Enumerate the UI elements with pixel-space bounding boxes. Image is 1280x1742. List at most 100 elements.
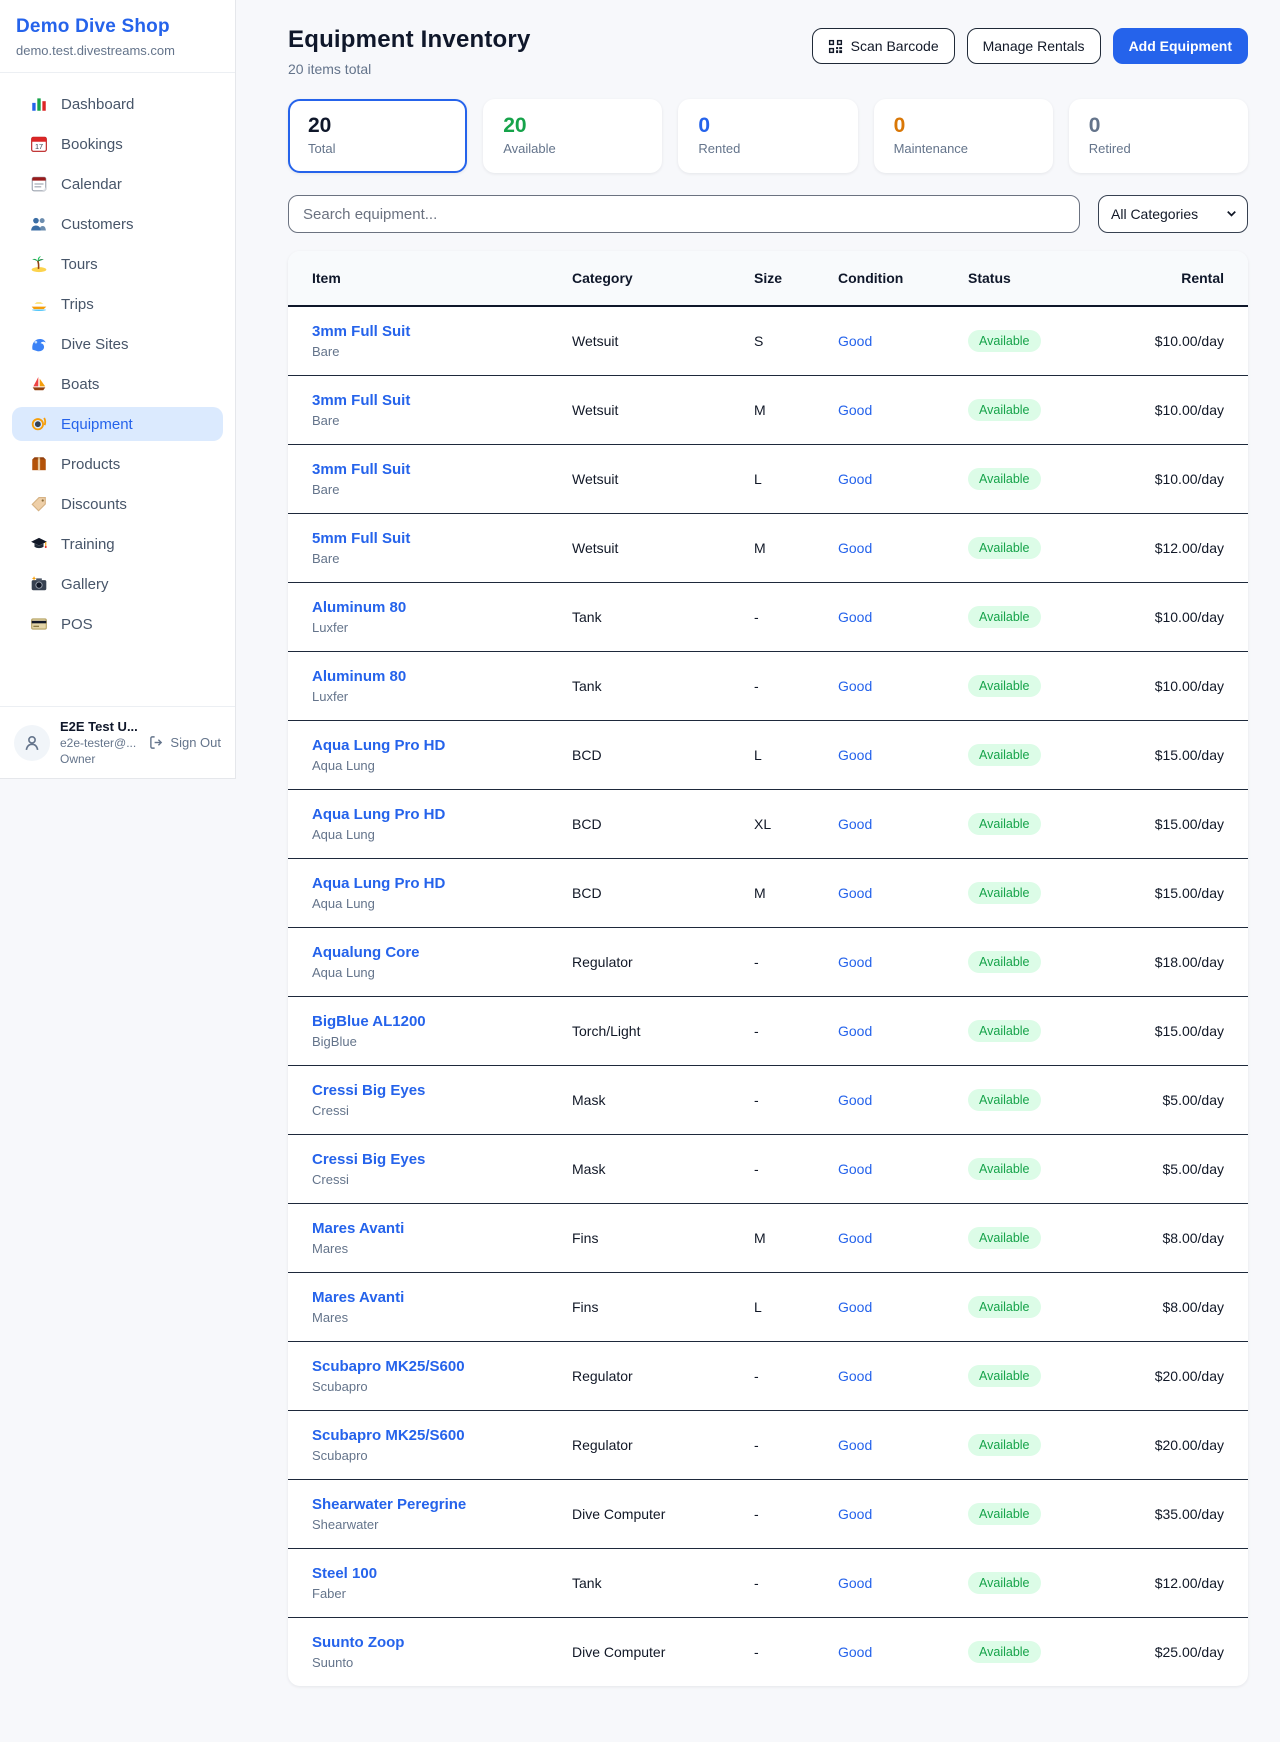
sidebar-item-tours[interactable]: Tours [12, 247, 223, 281]
status-badge: Available [968, 1158, 1041, 1180]
sidebar-item-label: Equipment [61, 416, 133, 433]
sidebar-item-boats[interactable]: Boats [12, 367, 223, 401]
item-brand: Bare [312, 344, 548, 359]
category-select[interactable]: All Categories [1098, 195, 1248, 233]
item-condition-link[interactable]: Good [838, 678, 872, 694]
status-badge: Available [968, 330, 1041, 352]
sidebar-item-calendar[interactable]: Calendar [12, 167, 223, 201]
table-row: Scubapro MK25/S600 Scubapro Regulator - … [288, 1342, 1248, 1411]
sidebar-item-label: POS [61, 616, 93, 633]
item-name-link[interactable]: 3mm Full Suit [312, 392, 410, 409]
search-input[interactable] [288, 195, 1080, 233]
sidebar-item-training[interactable]: Training [12, 527, 223, 561]
status-badge: Available [968, 468, 1041, 490]
item-name-link[interactable]: Scubapro MK25/S600 [312, 1427, 465, 1444]
sidebar-item-dive-sites[interactable]: Dive Sites [12, 327, 223, 361]
item-condition-link[interactable]: Good [838, 1575, 872, 1591]
stat-card-total[interactable]: 20 Total [288, 99, 467, 173]
item-name-link[interactable]: Cressi Big Eyes [312, 1151, 425, 1168]
sign-out-icon [149, 735, 164, 750]
item-condition-link[interactable]: Good [838, 1161, 872, 1177]
item-condition-link[interactable]: Good [838, 609, 872, 625]
item-condition-link[interactable]: Good [838, 816, 872, 832]
stat-card-rented[interactable]: 0 Rented [678, 99, 857, 173]
header-actions: Scan Barcode Manage Rentals Add Equipmen… [812, 26, 1248, 64]
item-name-link[interactable]: Suunto Zoop [312, 1634, 404, 1651]
item-size: - [742, 1066, 826, 1135]
add-equipment-button[interactable]: Add Equipment [1113, 28, 1248, 64]
sidebar-item-products[interactable]: Products [12, 447, 223, 481]
item-condition-link[interactable]: Good [838, 747, 872, 763]
sidebar-item-pos[interactable]: POS [12, 607, 223, 641]
item-name-link[interactable]: Steel 100 [312, 1565, 377, 1582]
item-name-link[interactable]: Aqualung Core [312, 944, 420, 961]
item-name-link[interactable]: Shearwater Peregrine [312, 1496, 466, 1513]
table-row: Aluminum 80 Luxfer Tank - Good Available… [288, 652, 1248, 721]
item-rental: $8.00/day [1108, 1273, 1248, 1342]
table-row: Aqua Lung Pro HD Aqua Lung BCD L Good Av… [288, 721, 1248, 790]
table-row: Cressi Big Eyes Cressi Mask - Good Avail… [288, 1135, 1248, 1204]
sidebar-item-bookings[interactable]: 17 Bookings [12, 127, 223, 161]
table-row: 3mm Full Suit Bare Wetsuit M Good Availa… [288, 376, 1248, 445]
sidebar-item-dashboard[interactable]: Dashboard [12, 87, 223, 121]
item-name-link[interactable]: Mares Avanti [312, 1289, 404, 1306]
sidebar-item-customers[interactable]: Customers [12, 207, 223, 241]
equipment-table-card: Item Category Size Condition Status Rent… [288, 251, 1248, 1686]
sidebar-item-gallery[interactable]: Gallery [12, 567, 223, 601]
item-condition-link[interactable]: Good [838, 1230, 872, 1246]
item-rental: $10.00/day [1108, 445, 1248, 514]
item-condition-link[interactable]: Good [838, 1299, 872, 1315]
item-condition-link[interactable]: Good [838, 333, 872, 349]
manage-rentals-button[interactable]: Manage Rentals [967, 28, 1101, 64]
gallery-icon [30, 575, 48, 593]
item-name-link[interactable]: Aluminum 80 [312, 599, 406, 616]
stat-card-available[interactable]: 20 Available [483, 99, 662, 173]
products-icon [30, 455, 48, 473]
stat-label: Maintenance [894, 141, 1033, 156]
item-condition-link[interactable]: Good [838, 1437, 872, 1453]
sign-out-button[interactable]: Sign Out [149, 735, 221, 750]
table-row: BigBlue AL1200 BigBlue Torch/Light - Goo… [288, 997, 1248, 1066]
scan-barcode-button[interactable]: Scan Barcode [812, 28, 955, 64]
stat-label: Available [503, 141, 642, 156]
training-icon [30, 535, 48, 553]
stat-label: Total [308, 141, 447, 156]
sidebar-item-label: Boats [61, 376, 99, 393]
item-condition-link[interactable]: Good [838, 885, 872, 901]
item-size: L [742, 721, 826, 790]
stat-card-maintenance[interactable]: 0 Maintenance [874, 99, 1053, 173]
item-name-link[interactable]: Aluminum 80 [312, 668, 406, 685]
table-row: Suunto Zoop Suunto Dive Computer - Good … [288, 1618, 1248, 1687]
item-condition-link[interactable]: Good [838, 1023, 872, 1039]
item-name-link[interactable]: 3mm Full Suit [312, 323, 410, 340]
status-badge: Available [968, 1572, 1041, 1594]
stat-card-retired[interactable]: 0 Retired [1069, 99, 1248, 173]
item-name-link[interactable]: Aqua Lung Pro HD [312, 737, 445, 754]
item-name-link[interactable]: 3mm Full Suit [312, 461, 410, 478]
item-condition-link[interactable]: Good [838, 1506, 872, 1522]
item-condition-link[interactable]: Good [838, 402, 872, 418]
item-name-link[interactable]: Cressi Big Eyes [312, 1082, 425, 1099]
col-category: Category [560, 251, 742, 306]
item-condition-link[interactable]: Good [838, 954, 872, 970]
sidebar-item-trips[interactable]: Trips [12, 287, 223, 321]
item-condition-link[interactable]: Good [838, 1092, 872, 1108]
status-badge: Available [968, 1296, 1041, 1318]
sidebar-item-equipment[interactable]: Equipment [12, 407, 223, 441]
item-name-link[interactable]: BigBlue AL1200 [312, 1013, 426, 1030]
item-name-link[interactable]: Scubapro MK25/S600 [312, 1358, 465, 1375]
item-name-link[interactable]: 5mm Full Suit [312, 530, 410, 547]
item-condition-link[interactable]: Good [838, 1644, 872, 1660]
item-condition-link[interactable]: Good [838, 471, 872, 487]
item-category: Regulator [560, 928, 742, 997]
user-meta: E2E Test U... e2e-tester@... Owner [60, 719, 138, 766]
item-condition-link[interactable]: Good [838, 1368, 872, 1384]
item-name-link[interactable]: Aqua Lung Pro HD [312, 875, 445, 892]
item-rental: $15.00/day [1108, 997, 1248, 1066]
item-name-link[interactable]: Mares Avanti [312, 1220, 404, 1237]
sidebar-item-discounts[interactable]: Discounts [12, 487, 223, 521]
item-condition-link[interactable]: Good [838, 540, 872, 556]
table-row: Aqua Lung Pro HD Aqua Lung BCD XL Good A… [288, 790, 1248, 859]
stat-label: Rented [698, 141, 837, 156]
item-name-link[interactable]: Aqua Lung Pro HD [312, 806, 445, 823]
